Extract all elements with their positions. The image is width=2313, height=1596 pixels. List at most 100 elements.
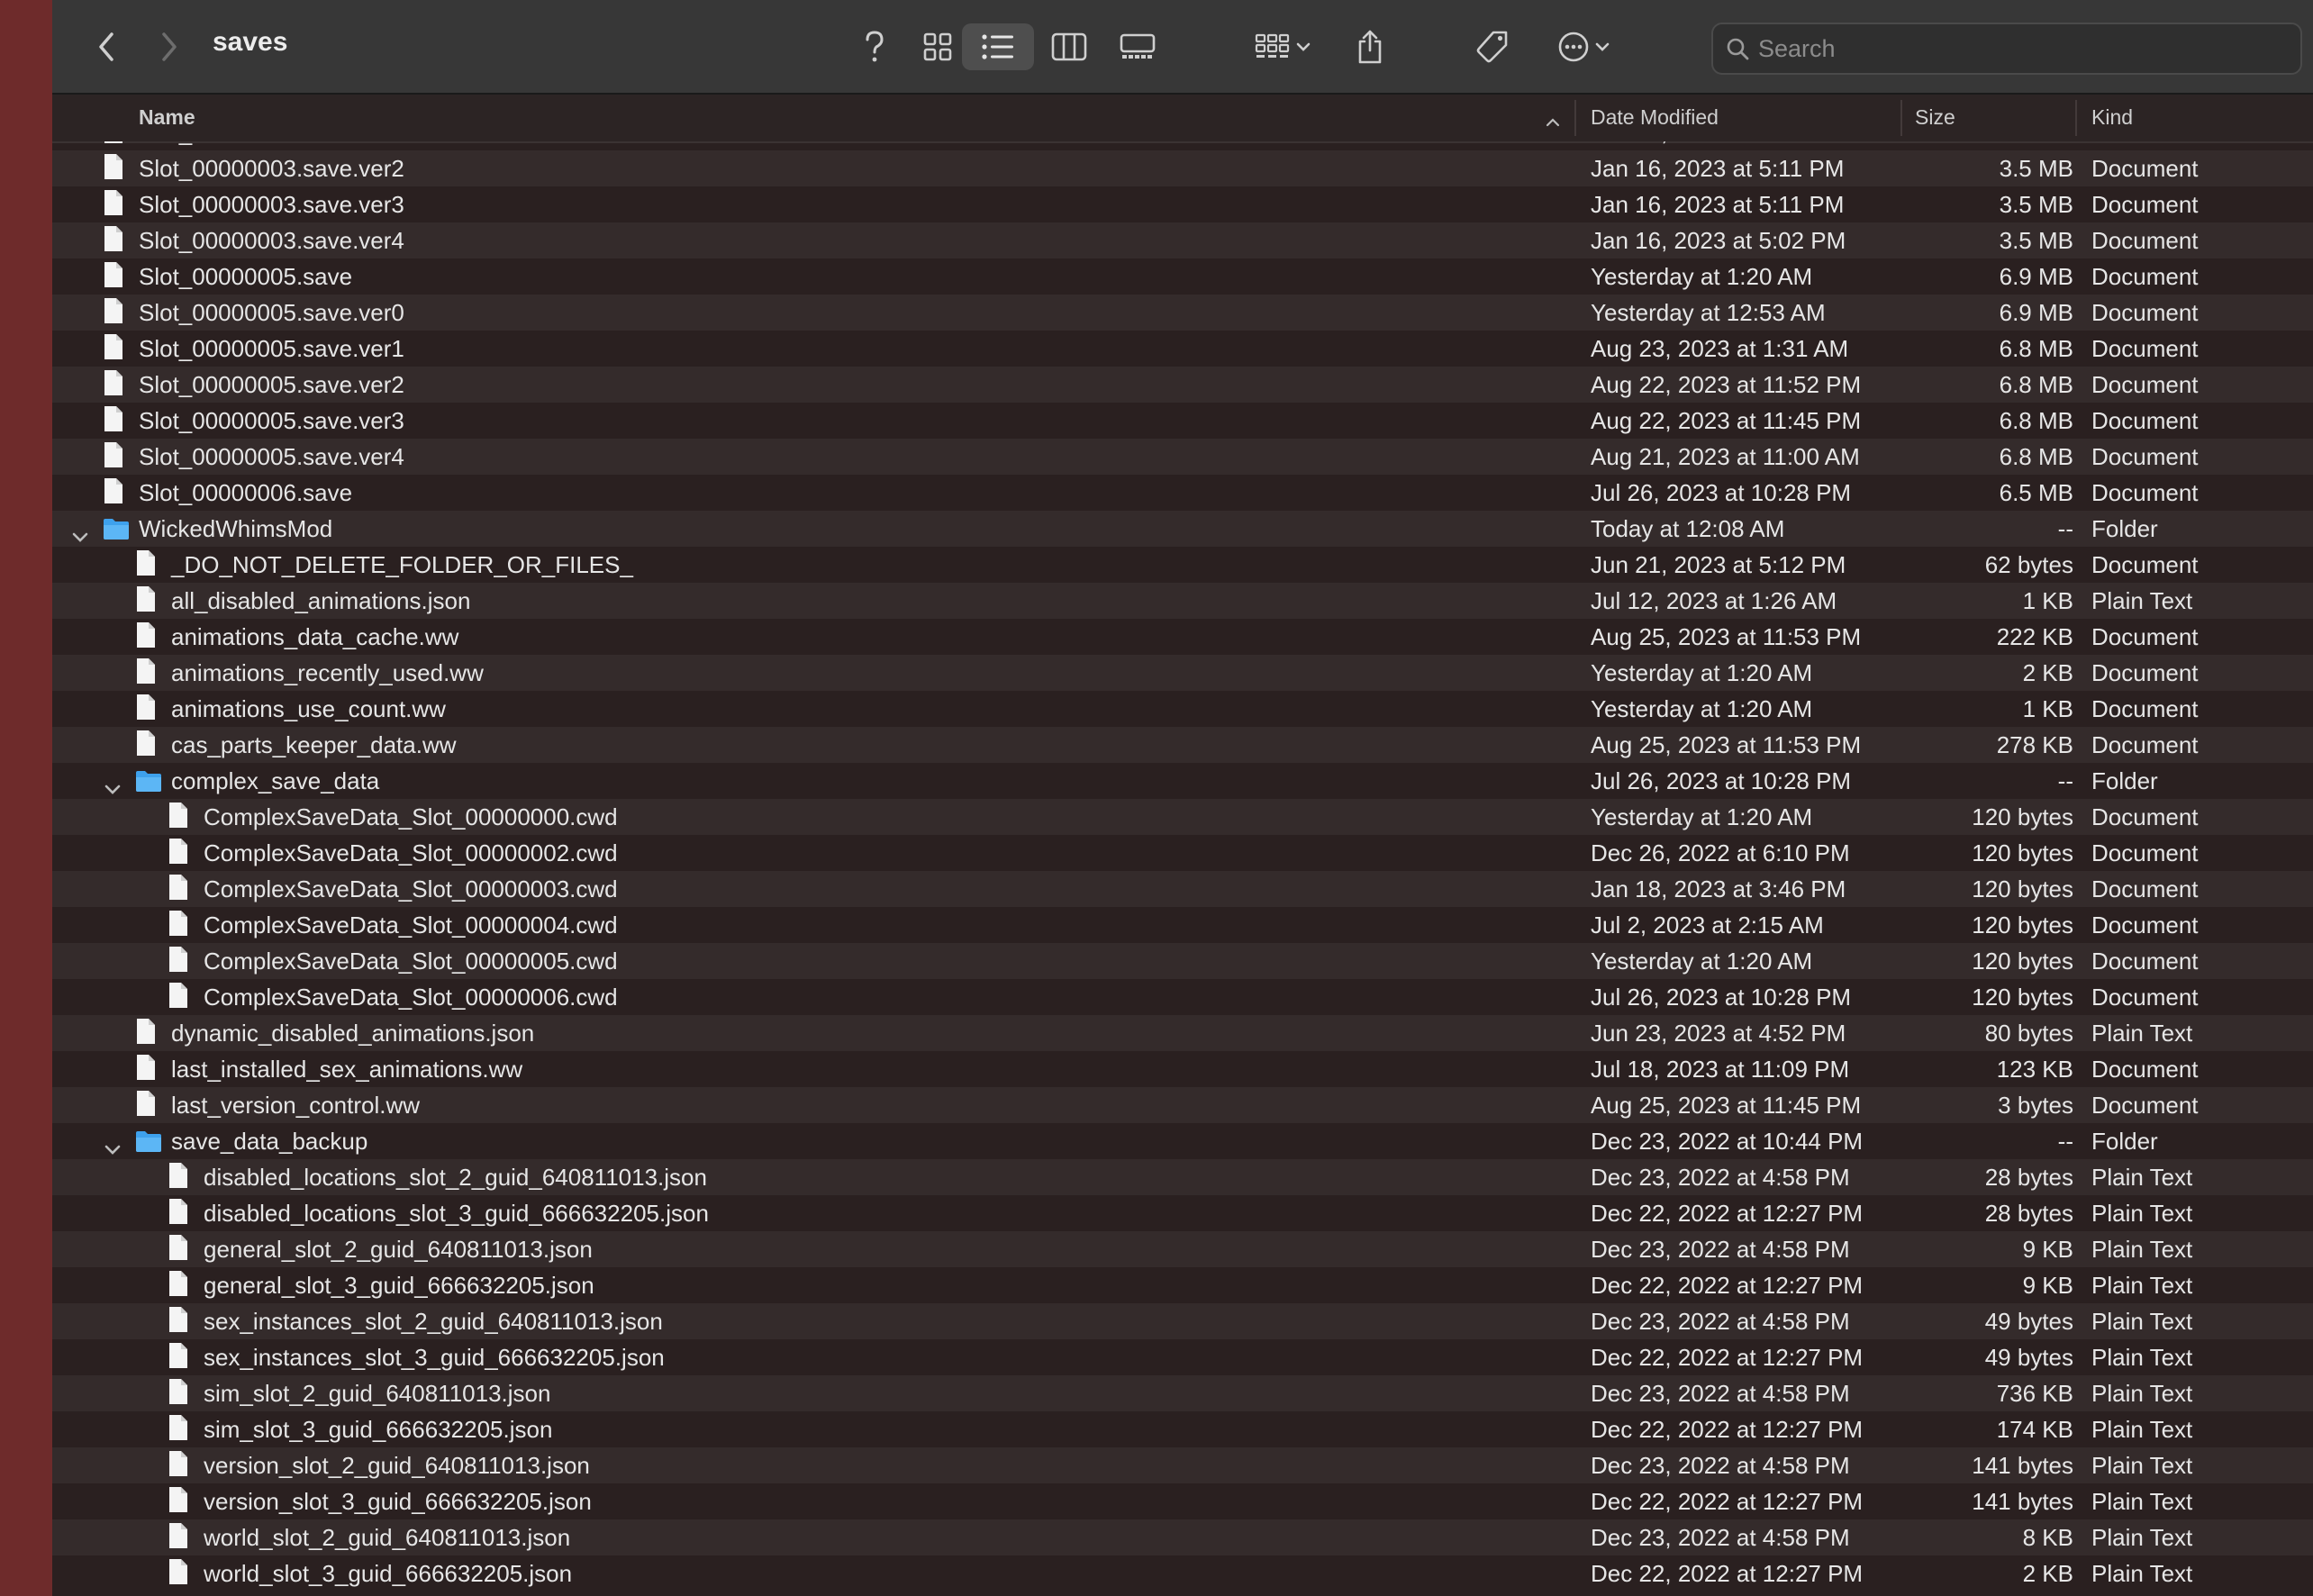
document-icon: [168, 1486, 193, 1517]
file-size: 2 KB: [2022, 659, 2073, 686]
file-size: 6.5 MB: [1999, 479, 2073, 506]
file-row[interactable]: cas_parts_keeper_data.ww Aug 25, 2023 at …: [52, 727, 2313, 763]
file-row[interactable]: Slot_00000005.save.ver4 Aug 21, 2023 at 1…: [52, 439, 2313, 475]
file-name: ComplexSaveData_Slot_00000005.cwd: [204, 948, 618, 975]
forward-button[interactable]: [150, 23, 189, 70]
disclosure-triangle-icon[interactable]: [104, 775, 126, 800]
file-row[interactable]: ComplexSaveData_Slot_00000000.cwd Yesterd…: [52, 799, 2313, 835]
file-date-modified: Jan 16, 2023 at 5:11 PM: [1591, 155, 1845, 182]
file-row[interactable]: dynamic_disabled_animations.json Jun 23, …: [52, 1015, 2313, 1051]
file-row[interactable]: sex_instances_slot_3_guid_666632205.json…: [52, 1339, 2313, 1375]
document-icon: [168, 982, 193, 1012]
file-row[interactable]: Slot_00000003.save.ver2 Jan 16, 2023 at 5…: [52, 150, 2313, 186]
search-input[interactable]: [1756, 33, 2264, 64]
file-size: 6.9 MB: [1999, 263, 2073, 290]
tags-button[interactable]: [1470, 23, 1515, 70]
file-row[interactable]: Slot_00000005.save.ver3 Aug 22, 2023 at 1…: [52, 403, 2313, 439]
file-row[interactable]: ComplexSaveData_Slot_00000002.cwd Dec 26,…: [52, 835, 2313, 871]
column-header-name[interactable]: Name: [139, 105, 195, 130]
file-date-modified: Dec 26, 2022 at 6:10 PM: [1591, 839, 1850, 866]
share-button[interactable]: [1347, 23, 1392, 70]
file-name: sim_slot_3_guid_666632205.json: [204, 1416, 553, 1443]
back-button[interactable]: [86, 23, 126, 70]
file-row[interactable]: general_slot_3_guid_666632205.json Dec 22…: [52, 1267, 2313, 1303]
file-row[interactable]: all_disabled_animations.json Jul 12, 2023…: [52, 583, 2313, 619]
file-row[interactable]: _DO_NOT_DELETE_FOLDER_OR_FILES_ Jun 21, 2…: [52, 547, 2313, 583]
file-row[interactable]: sim_slot_3_guid_666632205.json Dec 22, 20…: [52, 1411, 2313, 1447]
column-header-size[interactable]: Size: [1915, 105, 1955, 130]
file-row[interactable]: version_slot_3_guid_666632205.json Dec 22…: [52, 1483, 2313, 1519]
file-row[interactable]: disabled_locations_slot_2_guid_640811013…: [52, 1159, 2313, 1195]
column-divider[interactable]: [1574, 100, 1576, 136]
file-date-modified: Aug 25, 2023 at 11:53 PM: [1591, 731, 1862, 758]
file-size: 6.9 MB: [1999, 299, 2073, 326]
document-icon: [135, 585, 160, 616]
file-date-modified: Aug 25, 2023 at 11:53 PM: [1591, 623, 1862, 650]
ellipsis-circle-icon: [1557, 31, 1590, 63]
file-row[interactable]: Slot_00000005.save.ver1 Aug 23, 2023 at 1…: [52, 331, 2313, 367]
file-kind: Plain Text: [2091, 1200, 2193, 1227]
column-divider[interactable]: [1900, 100, 1902, 136]
file-row[interactable]: ComplexSaveData_Slot_00000006.cwd Jul 26,…: [52, 979, 2313, 1015]
document-icon: [135, 1090, 160, 1120]
folder-row[interactable]: complex_save_data Jul 26, 2023 at 10:28 P…: [52, 763, 2313, 799]
file-date-modified: Jan 18, 2023 at 3:46 PM: [1591, 875, 1846, 902]
file-size: 174 KB: [1996, 1416, 2073, 1443]
file-row[interactable]: version_slot_2_guid_640811013.json Dec 23…: [52, 1447, 2313, 1483]
file-date-modified: Dec 23, 2022 at 4:58 PM: [1591, 1452, 1850, 1479]
file-row[interactable]: Slot_00000006.save Jul 26, 2023 at 10:28 …: [52, 475, 2313, 511]
file-kind: Document: [2091, 191, 2199, 218]
file-row[interactable]: Slot_00000003.save.ver4 Jan 16, 2023 at 5…: [52, 222, 2313, 258]
file-row[interactable]: ComplexSaveData_Slot_00000004.cwd Jul 2, …: [52, 907, 2313, 943]
file-date-modified: Jul 26, 2023 at 10:28 PM: [1591, 767, 1852, 794]
file-row[interactable]: disabled_locations_slot_3_guid_666632205…: [52, 1195, 2313, 1231]
file-size: 3 bytes: [1998, 1092, 2073, 1119]
file-name: disabled_locations_slot_3_guid_666632205…: [204, 1200, 709, 1227]
file-row[interactable]: sex_instances_slot_2_guid_640811013.json…: [52, 1303, 2313, 1339]
column-view-button[interactable]: [1043, 23, 1095, 70]
column-header-bar: Name Date Modified Size Kind: [52, 95, 2313, 143]
file-row[interactable]: last_installed_sex_animations.ww Jul 18, …: [52, 1051, 2313, 1087]
file-row[interactable]: general_slot_2_guid_640811013.json Dec 23…: [52, 1231, 2313, 1267]
file-size: 3.5 MB: [1999, 227, 2073, 254]
document-icon: [168, 1558, 193, 1589]
file-row[interactable]: sim_slot_2_guid_640811013.json Dec 23, 20…: [52, 1375, 2313, 1411]
search-field[interactable]: [1711, 23, 2302, 75]
help-button[interactable]: [852, 23, 897, 70]
group-by-button[interactable]: [1247, 23, 1319, 70]
file-row[interactable]: Slot_00000005.save Yesterday at 1:20 AM 6.…: [52, 258, 2313, 295]
column-header-date[interactable]: Date Modified: [1591, 105, 1719, 130]
file-name: world_slot_2_guid_640811013.json: [204, 1524, 571, 1551]
file-row[interactable]: ComplexSaveData_Slot_00000003.cwd Jan 18,…: [52, 871, 2313, 907]
file-size: 120 bytes: [1972, 875, 2073, 902]
file-kind: Plain Text: [2091, 1272, 2193, 1299]
file-row[interactable]: world_slot_3_guid_666632205.json Dec 22, …: [52, 1555, 2313, 1591]
disclosure-triangle-icon[interactable]: [104, 1135, 126, 1160]
file-name: Slot_00000003.save.ver2: [139, 155, 404, 182]
gallery-view-button[interactable]: [1111, 23, 1164, 70]
more-actions-button[interactable]: [1547, 23, 1619, 70]
file-row[interactable]: animations_data_cache.ww Aug 25, 2023 at …: [52, 619, 2313, 655]
icon-view-button[interactable]: [912, 23, 964, 70]
file-name: ComplexSaveData_Slot_00000000.cwd: [204, 803, 618, 830]
file-row[interactable]: Slot_00000003.save.ver1 Jan 16, 2023 at 5…: [52, 141, 2313, 150]
folder-row[interactable]: WickedWhimsMod Today at 12:08 AM -- Folder: [52, 511, 2313, 547]
file-row[interactable]: ComplexSaveData_Slot_00000005.cwd Yesterd…: [52, 943, 2313, 979]
file-row[interactable]: Slot_00000005.save.ver2 Aug 22, 2023 at 1…: [52, 367, 2313, 403]
file-size: 120 bytes: [1972, 839, 2073, 866]
list-view-button[interactable]: [962, 23, 1034, 70]
folder-row[interactable]: save_data_backup Dec 23, 2022 at 10:44 PM…: [52, 1123, 2313, 1159]
document-icon: [168, 1270, 193, 1301]
column-header-kind[interactable]: Kind: [2091, 105, 2133, 130]
file-row[interactable]: animations_recently_used.ww Yesterday at …: [52, 655, 2313, 691]
file-name: Slot_00000005.save.ver1: [139, 335, 404, 362]
chevron-left-icon: [96, 32, 116, 62]
column-divider[interactable]: [2075, 100, 2077, 136]
file-row[interactable]: Slot_00000003.save.ver3 Jan 16, 2023 at 5…: [52, 186, 2313, 222]
file-row[interactable]: Slot_00000005.save.ver0 Yesterday at 12:5…: [52, 295, 2313, 331]
file-row[interactable]: animations_use_count.ww Yesterday at 1:20…: [52, 691, 2313, 727]
file-name: ComplexSaveData_Slot_00000002.cwd: [204, 839, 618, 866]
disclosure-triangle-icon[interactable]: [72, 522, 94, 548]
file-row[interactable]: world_slot_2_guid_640811013.json Dec 23, …: [52, 1519, 2313, 1555]
file-row[interactable]: last_version_control.ww Aug 25, 2023 at 1…: [52, 1087, 2313, 1123]
